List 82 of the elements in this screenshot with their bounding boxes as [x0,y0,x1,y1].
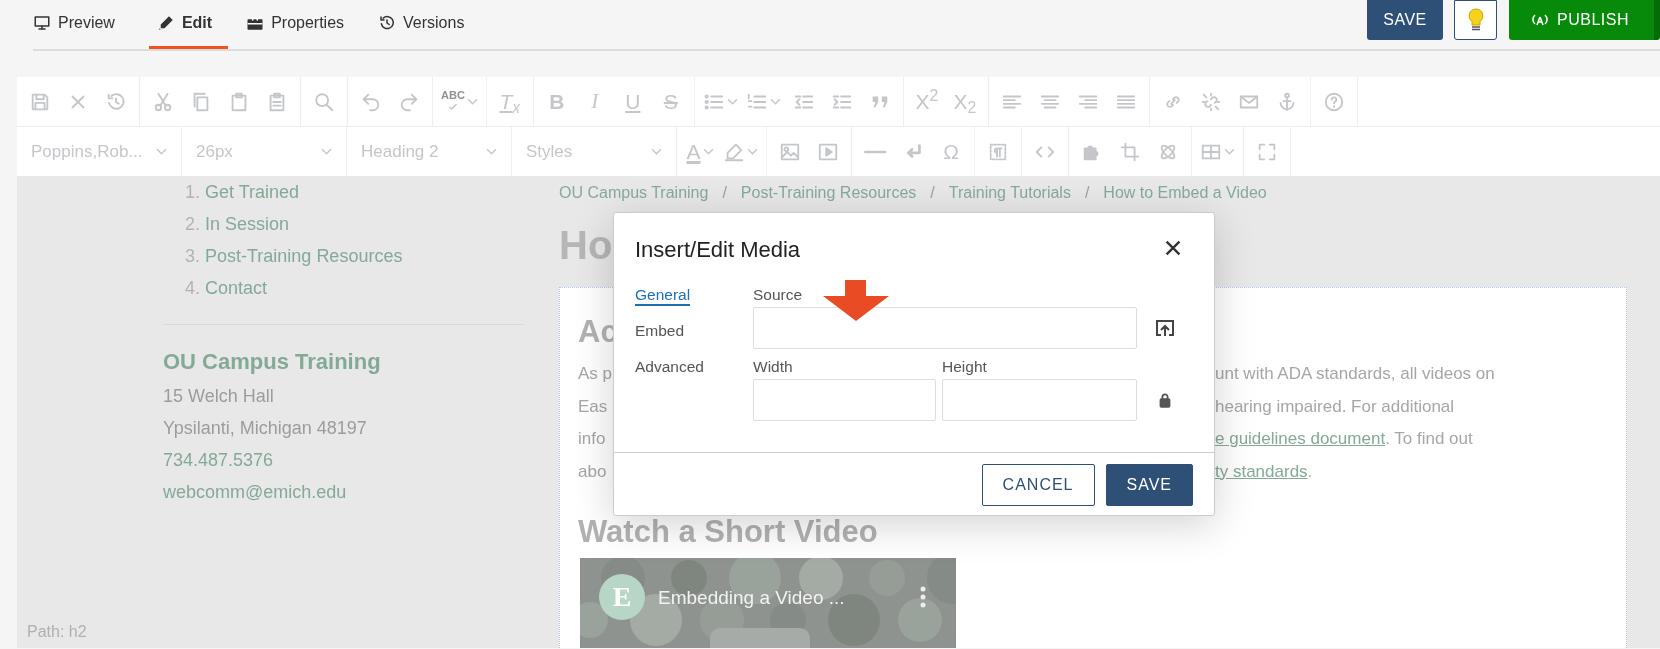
cancel-button[interactable]: CANCEL [981,463,1095,506]
contact-heading: OU Campus Training [163,348,382,376]
caret-icon [321,146,332,157]
dialog-tab[interactable]: Advanced [635,357,704,378]
text-link[interactable]: ty standards [1215,461,1308,481]
nav-link[interactable]: Contact [205,272,268,304]
superscript-button[interactable]: X$^{2}$ [907,81,946,122]
paragraph-text: info [578,428,606,450]
field-label: Source [753,286,803,303]
italic-button[interactable]: I [575,81,614,122]
source-field[interactable] [753,307,1137,349]
publish-button[interactable]: PUBLISH [1509,0,1660,40]
field-label: Height [942,358,987,375]
element-path: Path: h2 [26,622,88,642]
nav-link[interactable]: Post-Training Resources [205,240,403,272]
address-line: 15 Welch Hall [163,385,275,408]
video-title[interactable]: Embedding a Video ... [658,584,845,613]
broadcast-icon [1531,12,1549,28]
caret-icon [466,96,478,107]
height-field[interactable] [942,379,1137,421]
arrow-icon [821,280,891,321]
save-button[interactable]: SAVE [1367,0,1443,40]
width-field[interactable] [753,379,936,421]
phone-link[interactable]: 734.487.5376 [163,450,274,470]
pencil-icon [156,14,175,32]
nav-link[interactable]: Get Trained [205,176,300,208]
caret-icon [1224,146,1235,157]
lightbulb-icon [1467,8,1484,32]
nav-link[interactable]: In Session [205,208,290,240]
tips-button[interactable] [1454,0,1497,40]
paragraph-text: Eas [578,395,608,418]
underline-button[interactable]: U [613,81,652,122]
briefcase-icon [246,14,265,32]
field-label: Width [753,358,793,375]
monitor-icon [33,14,51,32]
breadcrumb-separator: / [1084,183,1090,202]
subscript-button[interactable]: X$_{2}$ [945,81,984,122]
caret-icon [486,146,497,157]
paragraph-text: ty standards. [1215,460,1313,483]
dialog-tab[interactable]: Embed [635,321,685,342]
breadcrumb-separator: / [722,183,727,202]
horizontal-line-icon [864,149,886,154]
paragraph-text: unt with ADA standards, all videos on [1215,363,1495,385]
unlink-icon [1199,90,1222,113]
breadcrumb-link[interactable]: OU Campus Training [559,181,709,202]
history-icon [378,14,397,32]
caret-icon [651,146,662,157]
text-link[interactable]: e guidelines document [1215,429,1386,448]
transform-icon [1119,140,1141,163]
clear-format-button[interactable]: T$_{x}$ [490,81,529,122]
tab[interactable]: Versions [378,0,481,49]
special-character-button[interactable]: Ω [932,131,970,172]
tab[interactable]: Preview [33,0,131,49]
caret-icon [747,146,758,157]
caret-icon [702,146,714,157]
cut-icon [152,90,174,113]
paragraph-text: hearing impaired. For additional [1215,395,1455,418]
paragraph-text: e guidelines document. To find out [1215,428,1473,450]
dialog-title: Insert/Edit Media [635,236,801,264]
address-line: Ypsilanti, Michigan 48197 [163,417,368,440]
search-icon [313,90,335,113]
paragraph-text: abo [578,460,607,483]
caret-icon [769,96,781,107]
breadcrumb-separator: / [930,183,935,202]
breadcrumb-link[interactable]: How to Embed a Video [1103,181,1267,202]
email-link[interactable]: webcomm@emich.edu [163,482,347,502]
history-icon [105,90,127,113]
caret-icon [156,146,167,157]
tab[interactable]: Properties [246,0,361,49]
paragraph-text: As p [578,363,613,385]
more-icon[interactable] [920,586,926,608]
text-color-button[interactable]: A [681,131,719,172]
caret-icon [726,96,738,107]
breadcrumb-link[interactable]: Training Tutorials [948,181,1071,202]
breadcrumb-link[interactable]: Post-Training Resources [740,181,917,202]
section-heading: Watch a Short Video [578,514,878,549]
save-button[interactable]: SAVE [1105,463,1193,506]
spellcheck-button[interactable]: ABC [437,81,482,122]
bold-button[interactable]: B [537,81,576,122]
help-icon [1322,90,1345,113]
tab[interactable]: Edit [148,0,229,49]
dialog-tab[interactable]: General [635,285,691,306]
